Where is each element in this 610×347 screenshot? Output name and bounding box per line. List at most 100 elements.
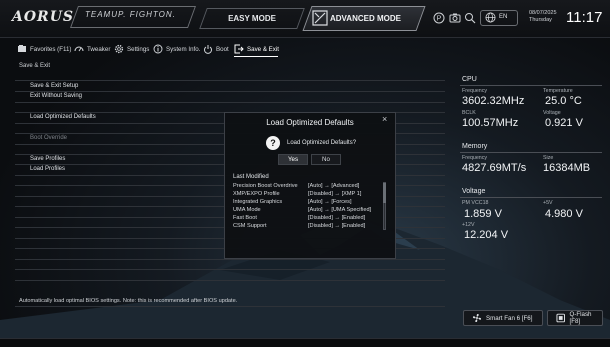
load-profiles-item[interactable]: Load Profiles [30, 166, 65, 172]
change-name: Integrated Graphics [233, 199, 283, 205]
tab-save-exit-label: Save & Exit [247, 45, 279, 53]
smart-fan-button[interactable]: Smart Fan 6 [F6] [463, 310, 543, 326]
change-value: [Disabled] → [Enabled] [308, 223, 366, 229]
tab-boot-label: Boot [216, 45, 229, 53]
tab-tweaker-label: Tweaker [87, 45, 111, 53]
active-tab-indicator [234, 56, 278, 57]
fan-icon [472, 313, 482, 323]
change-value: [Auto] → [Advanced] [308, 183, 360, 189]
no-button[interactable]: No [311, 154, 341, 165]
cpu-temperature-value: 25.0 °C [545, 95, 582, 107]
memory-frequency-label: Frequency [462, 155, 488, 161]
screenshot-icon[interactable] [449, 12, 461, 24]
row-divider [15, 102, 445, 103]
memory-size-label: Size [543, 155, 554, 161]
5v-label: +5V [543, 200, 553, 206]
change-value: [Disabled] → [XMP 1] [308, 191, 362, 197]
change-value: [Auto] → [Forces] [308, 199, 352, 205]
tab-boot[interactable]: Boot [203, 43, 229, 55]
dialog-question: Load Optimized Defaults? [287, 140, 357, 146]
partner-logo: TEAMUP. FIGHTON. [85, 10, 176, 19]
gear-icon [114, 44, 124, 54]
info-icon [153, 44, 163, 54]
qflash-label: Q-Flash [F8] [569, 311, 592, 325]
close-icon[interactable]: × [382, 114, 387, 124]
last-modified-heading: Last Modified [233, 174, 269, 180]
weekday-text: Thursday [529, 17, 552, 23]
changes-scrollbar-thumb[interactable] [383, 183, 386, 203]
globe-icon [485, 12, 496, 23]
favorites-icon [18, 45, 26, 52]
date-display: 08/07/2025 Thursday [529, 10, 557, 24]
5v-value: 4.980 V [545, 208, 583, 220]
change-value: [Auto] → [UMA Specified] [308, 207, 372, 213]
search-icon[interactable] [464, 12, 476, 24]
tab-settings[interactable]: Settings [114, 43, 149, 55]
bottom-bar [0, 338, 610, 347]
change-name: UMA Mode [233, 207, 261, 213]
panel-divider [460, 152, 602, 153]
advanced-mode-icon [312, 10, 328, 26]
12v-label: +12V [462, 222, 475, 228]
bclk-label: BCLK [462, 110, 476, 116]
tab-settings-label: Settings [127, 45, 150, 53]
hint-divider [15, 306, 445, 307]
breadcrumb: Save & Exit [19, 63, 51, 69]
memory-size-value: 16384MB [543, 162, 591, 174]
smart-fan-label: Smart Fan 6 [F6] [486, 314, 533, 322]
clock: 11:17 [566, 9, 603, 26]
cpu-frequency-value: 3602.32MHz [462, 95, 525, 107]
cpu-temperature-label: Temperature [543, 88, 573, 94]
save-profiles-item[interactable]: Save Profiles [30, 156, 65, 162]
change-value: [Disabled] → [Enabled] [308, 215, 366, 221]
tweaker-icon [74, 46, 84, 52]
bclk-value: 100.57MHz [462, 117, 519, 129]
tab-favorites-label: Favorites (F11) [30, 45, 72, 53]
save-exit-setup-item[interactable]: Save & Exit Setup [30, 83, 78, 89]
aorus-logo: AORUS [12, 9, 75, 25]
12v-value: 12.204 V [464, 229, 509, 241]
tab-tweaker[interactable]: Tweaker [74, 43, 110, 55]
row-divider [15, 269, 445, 270]
yes-button[interactable]: Yes [278, 154, 308, 165]
qflash-button[interactable]: Q-Flash [F8] [547, 310, 603, 326]
qflash-icon [556, 313, 565, 323]
dialog-title: Load Optimized Defaults [266, 118, 354, 127]
svg-text:P: P [437, 16, 442, 23]
tab-system-info-label: System Info. [166, 45, 201, 53]
change-name: CSM Support [233, 223, 267, 229]
cpu-title: CPU [462, 76, 477, 83]
change-name: Precision Boost Overdrive [233, 183, 298, 189]
voltage-title: Voltage [462, 188, 486, 195]
row-divider [15, 80, 445, 81]
help-hint: Automatically load optimal BIOS settings… [19, 298, 238, 304]
row-divider [15, 280, 445, 281]
cpu-voltage-label: Voltage [543, 110, 561, 116]
language-label[interactable]: EN [499, 14, 507, 20]
row-divider [15, 91, 445, 92]
question-icon: ? [266, 136, 280, 150]
help-icon[interactable]: P [433, 12, 445, 24]
pm-vcc18-label: PM VCC18 [462, 200, 489, 206]
exit-icon [234, 44, 244, 54]
power-icon [204, 45, 212, 54]
tab-favorites[interactable]: Favorites (F11) [17, 43, 72, 55]
advanced-mode-label[interactable]: ADVANCED MODE [330, 14, 401, 23]
boot-override-item: Boot Override [30, 135, 68, 141]
cpu-voltage-value: 0.921 V [545, 117, 583, 129]
panel-divider [460, 85, 602, 86]
tab-system-info[interactable]: System Info. [153, 43, 200, 55]
change-name: Fast Boot [233, 215, 257, 221]
change-name: XMP/EXPO Profile [233, 191, 280, 197]
tab-save-exit[interactable]: Save & Exit [234, 43, 279, 55]
load-optimized-defaults-item[interactable]: Load Optimized Defaults [30, 114, 96, 120]
memory-frequency-value: 4827.69MT/s [462, 162, 527, 174]
panel-divider [460, 197, 602, 198]
memory-title: Memory [462, 143, 488, 150]
row-divider [15, 259, 445, 260]
date-text: 08/07/2025 [529, 10, 557, 16]
cpu-frequency-label: Frequency [462, 88, 488, 94]
pm-vcc18-value: 1.859 V [464, 208, 502, 220]
easy-mode-label[interactable]: EASY MODE [203, 14, 301, 23]
exit-without-saving-item[interactable]: Exit Without Saving [30, 93, 82, 99]
